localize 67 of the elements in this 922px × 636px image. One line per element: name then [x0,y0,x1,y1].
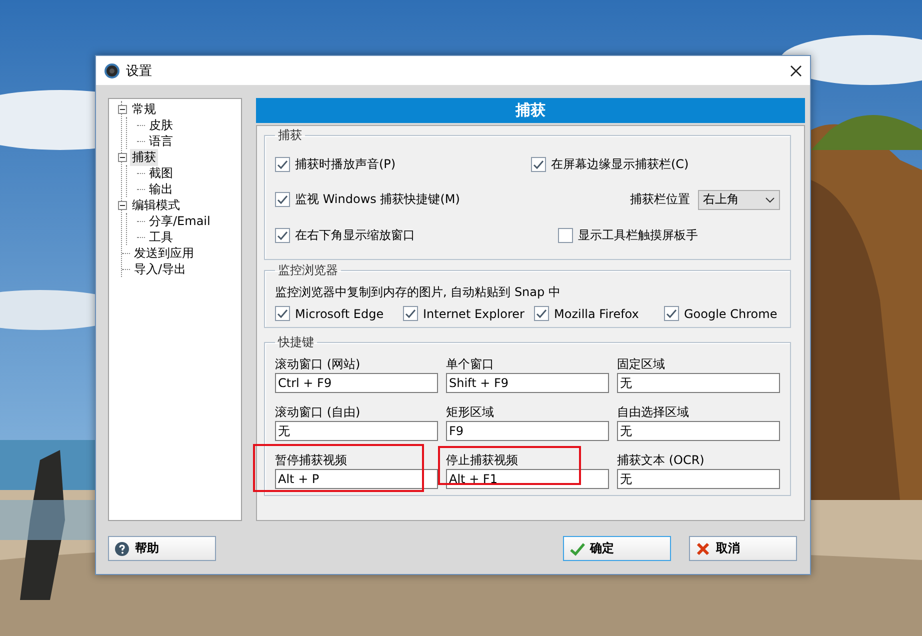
tree-item[interactable]: 分享/Email [147,212,212,230]
check-icon [570,542,585,556]
chevron-down-icon [765,196,775,203]
checkbox[interactable] [275,156,290,172]
description-text: 监控浏览器中复制到内存的图片, 自动粘贴到 Snap 中 [275,284,562,301]
field-label: 矩形区域 [446,404,495,421]
input-field[interactable]: 无 [617,373,780,393]
input-field[interactable]: Shift + F9 [446,373,609,393]
help-icon [115,542,130,556]
tree-item[interactable]: 截图 [147,164,175,182]
checkbox[interactable] [558,228,573,244]
field-label: 滚动窗口 (网站) [275,356,362,373]
input-field[interactable]: 无 [617,469,780,489]
input-field[interactable]: 无 [275,421,438,441]
collapse-icon[interactable] [118,152,127,162]
input-field[interactable]: F9 [446,421,609,441]
group-title: 监控浏览器 [277,262,339,279]
help-button[interactable]: 帮助 [108,536,216,561]
input-field[interactable]: Alt + P [275,469,438,489]
ok-button[interactable]: 确定 [563,536,671,561]
checkbox-label: 捕获时播放声音(P) [295,156,396,173]
group-title: 捕获 [277,127,303,144]
checkbox-label: Mozilla Firefox [554,306,639,320]
tree-item[interactable]: 皮肤 [147,116,175,134]
position-dropdown[interactable]: 右上角 [698,190,780,210]
tree-item[interactable]: 输出 [147,180,175,198]
checkbox[interactable] [534,306,549,321]
checkbox[interactable] [275,228,290,244]
field-label: 自由选择区域 [617,404,690,421]
cancel-button[interactable]: 取消 [689,536,797,561]
tree-item[interactable]: 编辑模式 [130,196,182,214]
checkbox-label: Microsoft Edge [295,306,384,320]
field-label: 滚动窗口 (自由) [275,404,362,421]
checkbox-label: 监视 Windows 捕获快捷键(M) [295,191,460,208]
checkbox-label: Internet Explorer [423,306,524,320]
field-label: 单个窗口 [446,356,495,373]
checkbox[interactable] [275,192,290,208]
tree-item[interactable]: 常规 [130,100,158,118]
window-title: 设置 [126,62,153,80]
checkbox-label: Google Chrome [684,306,778,320]
app-icon [104,62,120,78]
checkbox[interactable] [403,306,418,321]
field-label: 固定区域 [617,356,666,373]
checkbox-label: 显示工具栏触摸屏板手 [578,227,698,244]
tree-item[interactable]: 导入/导出 [132,260,188,278]
tree-item[interactable]: 工具 [147,228,175,246]
collapse-icon[interactable] [118,104,127,114]
field-label: 暂停捕获视频 [275,452,348,469]
tree-item[interactable]: 语言 [147,132,175,150]
input-field[interactable]: 无 [617,421,780,441]
checkbox-label: 在右下角显示缩放窗口 [295,227,415,244]
cross-icon [696,542,711,556]
input-field[interactable]: Alt + F1 [446,469,609,489]
field-label: 捕获栏位置 [630,191,690,208]
checkbox[interactable] [275,306,290,321]
field-label: 停止捕获视频 [446,452,519,469]
checkbox[interactable] [531,156,546,172]
close-icon[interactable] [790,64,802,76]
tree-item[interactable]: 捕获 [130,148,158,166]
field-label: 捕获文本 (OCR) [617,452,706,469]
checkbox[interactable] [664,306,679,321]
checkbox-label: 在屏幕边缘显示捕获栏(C) [551,156,689,173]
group-title: 快捷键 [276,334,315,351]
input-field[interactable]: Ctrl + F9 [275,373,438,393]
tree-item[interactable]: 发送到应用 [132,244,196,262]
collapse-icon[interactable] [118,200,127,210]
section-header: 捕获 [256,98,805,123]
